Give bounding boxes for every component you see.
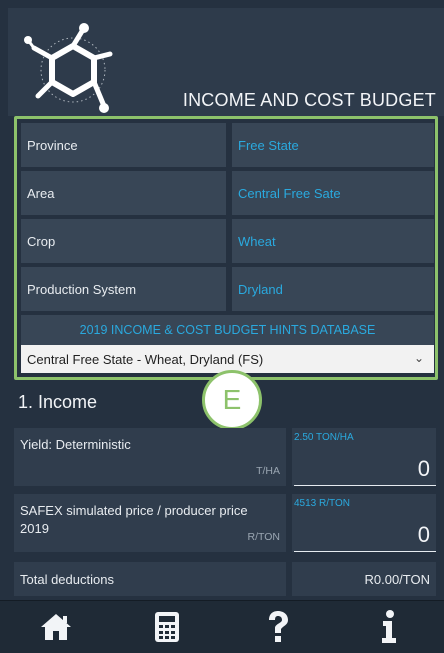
yield-input[interactable]: 2.50 TON/HA 0 (292, 428, 436, 486)
calculator-icon (154, 612, 179, 642)
nav-info-button[interactable] (333, 601, 444, 653)
price-label: SAFEX simulated price / producer price 2… (20, 503, 248, 536)
nav-home-button[interactable] (0, 601, 111, 653)
app-header: INCOME AND COST BUDGET (8, 8, 444, 116)
hints-dropdown-value: Central Free State - Wheat, Dryland (FS) (27, 351, 264, 367)
yield-value[interactable]: 0 (418, 456, 430, 482)
help-icon (268, 611, 288, 642)
production-system-value[interactable]: Dryland (232, 267, 434, 311)
hints-database-heading: 2019 INCOME & COST BUDGET HINTS DATABASE (21, 315, 434, 345)
page-title: INCOME AND COST BUDGET (182, 90, 436, 110)
price-input-underline (294, 551, 436, 552)
hints-dropdown[interactable]: Central Free State - Wheat, Dryland (FS)… (21, 345, 434, 373)
yield-row: Yield: Deterministic T/HA 2.50 TON/HA 0 (14, 428, 436, 486)
yield-input-underline (294, 485, 436, 486)
area-label: Area (21, 171, 226, 215)
province-value[interactable]: Free State (232, 123, 434, 167)
yield-label: Yield: Deterministic (20, 437, 131, 452)
budget-screen: INCOME AND COST BUDGET Province Free Sta… (0, 0, 444, 653)
crop-value[interactable]: Wheat (232, 219, 434, 263)
bottom-nav (0, 600, 444, 653)
province-label: Province (21, 123, 226, 167)
info-icon (381, 610, 396, 643)
price-label-cell: SAFEX simulated price / producer price 2… (14, 494, 286, 552)
total-deductions-value: R0.00/TON (292, 562, 436, 596)
price-value[interactable]: 0 (418, 522, 430, 548)
selection-panel: Province Free State Area Central Free Sa… (14, 116, 438, 380)
price-hint: 4513 R/TON (294, 498, 350, 509)
price-unit: R/TON (247, 531, 280, 543)
area-value[interactable]: Central Free Sate (232, 171, 434, 215)
nav-help-button[interactable] (222, 601, 333, 653)
step-marker-badge: E (202, 370, 262, 430)
home-icon (40, 614, 71, 640)
yield-hint: 2.50 TON/HA (294, 432, 354, 443)
chevron-down-icon: ⌄ (413, 351, 424, 365)
molecule-logo-icon (24, 23, 113, 113)
total-deductions-label: Total deductions (14, 562, 286, 596)
nav-calculator-button[interactable] (111, 601, 222, 653)
total-deductions-row: Total deductions R0.00/TON (14, 562, 436, 596)
crop-label: Crop (21, 219, 226, 263)
price-row: SAFEX simulated price / producer price 2… (14, 494, 436, 552)
yield-label-cell: Yield: Deterministic T/HA (14, 428, 286, 486)
price-input[interactable]: 4513 R/TON 0 (292, 494, 436, 552)
production-system-label: Production System (21, 267, 226, 311)
income-section-title: 1. Income (18, 392, 98, 412)
yield-unit: T/HA (256, 465, 280, 477)
